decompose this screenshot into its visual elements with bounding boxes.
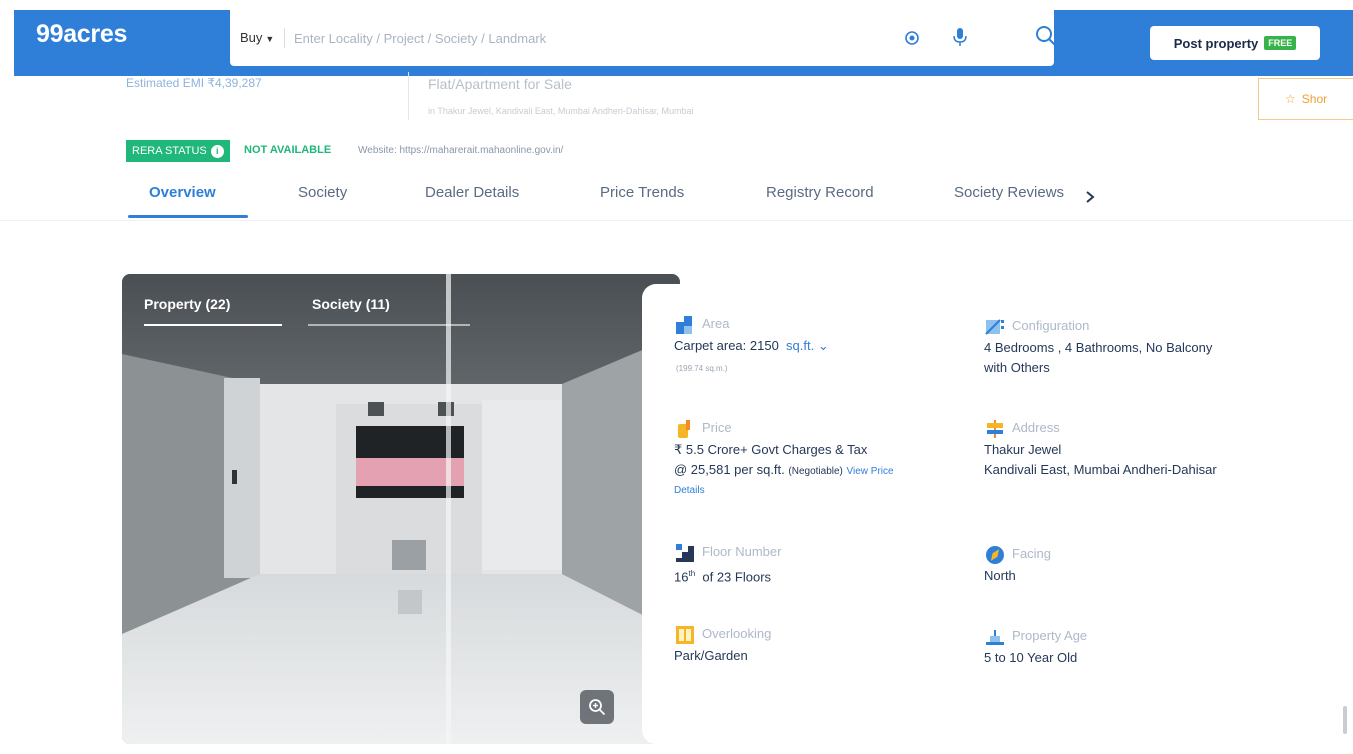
gallery-tab-society[interactable]: Society (11): [312, 296, 390, 312]
property-title: Flat/Apartment for Sale: [428, 76, 572, 92]
shortlist-button[interactable]: ☆ Shor: [1258, 78, 1353, 120]
free-badge: FREE: [1264, 36, 1297, 50]
buy-dropdown[interactable]: Buy ▼: [240, 30, 274, 45]
site-logo[interactable]: 99acres: [36, 20, 127, 49]
header-divider: [408, 72, 409, 120]
view-price-details-link[interactable]: View Price: [847, 466, 894, 477]
property-photo: [122, 274, 680, 744]
tab-price-trends[interactable]: Price Trends: [600, 184, 684, 201]
gallery-active-indicator: [144, 324, 282, 326]
active-tab-indicator: [128, 215, 248, 218]
configuration-icon: [985, 319, 1004, 335]
chevron-down-icon: ⌄: [817, 338, 829, 353]
window-icon: [676, 626, 694, 644]
property-photo-gallery[interactable]: Property (22) Society (11): [122, 274, 680, 744]
chevron-right-icon[interactable]: [1084, 190, 1096, 204]
search-input[interactable]: [294, 24, 854, 52]
estimated-emi[interactable]: Estimated EMI ₹4,39,287: [126, 76, 262, 90]
rera-status-value: NOT AVAILABLE: [244, 144, 332, 156]
rera-website[interactable]: Website: https://maharerait.mahaonline.g…: [358, 145, 563, 156]
gallery-tab-divider: [308, 324, 470, 326]
search-bar: Buy ▼: [230, 10, 1056, 66]
tab-dealer-details[interactable]: Dealer Details: [425, 184, 519, 201]
top-navigation-bar: 99acres Buy▼ Post property FREE: [14, 10, 1353, 76]
zoom-button[interactable]: [580, 690, 614, 724]
rera-status-badge[interactable]: RERA STATUS i: [126, 140, 230, 162]
zoom-in-icon: [589, 699, 605, 715]
unit-dropdown[interactable]: sq.ft. ⌄: [782, 338, 829, 353]
tab-society-reviews[interactable]: Society Reviews: [954, 184, 1064, 201]
price-tag-icon: [678, 420, 690, 438]
location-target-icon[interactable]: [902, 28, 922, 48]
info-icon[interactable]: i: [210, 144, 224, 158]
tabs-divider: [0, 220, 1353, 221]
signpost-icon: [987, 420, 1003, 438]
post-property-button[interactable]: Post property FREE: [1150, 26, 1320, 60]
tab-registry-record[interactable]: Registry Record: [766, 184, 874, 201]
view-price-details-link-cont[interactable]: Details: [674, 482, 894, 500]
search-divider: [284, 28, 285, 48]
building-age-icon: [986, 630, 1004, 645]
search-icon[interactable]: [1034, 24, 1058, 48]
gallery-tab-property[interactable]: Property (22): [144, 296, 230, 312]
compass-icon: [986, 546, 1004, 564]
area-icon: [676, 316, 692, 334]
tab-overview[interactable]: Overview: [149, 184, 216, 201]
tab-society[interactable]: Society: [298, 184, 347, 201]
page-scrollbar[interactable]: [1343, 706, 1347, 734]
star-icon: ☆: [1285, 92, 1296, 106]
property-details-card: Area Carpet area: 2150 sq.ft. ⌄ (199.74 …: [642, 284, 1340, 744]
chevron-down-icon: ▼: [265, 34, 275, 44]
property-location: in Thakur Jewel, Kandivali East, Mumbai …: [428, 106, 694, 116]
floor-stairs-icon: [676, 544, 694, 562]
microphone-icon[interactable]: [950, 26, 970, 48]
